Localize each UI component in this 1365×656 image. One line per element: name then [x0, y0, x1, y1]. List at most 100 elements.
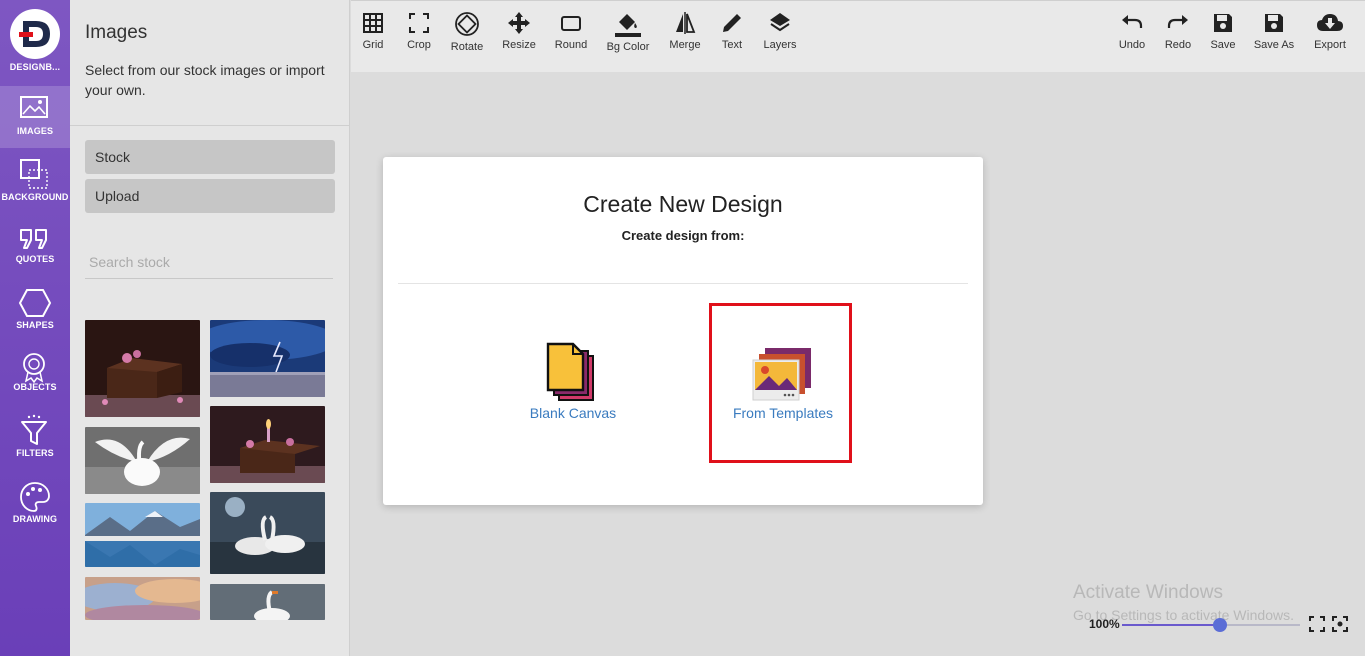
app-logo[interactable]: DESIGNB...	[0, 0, 70, 84]
blank-pages-icon	[546, 342, 594, 401]
tool-rotate[interactable]: Rotate	[449, 11, 485, 53]
thumbnail-swans-pair[interactable]	[210, 492, 325, 574]
badge-icon	[23, 353, 45, 384]
image-icon	[20, 96, 48, 118]
fit-screen-icon[interactable]	[1332, 616, 1348, 632]
paint-bucket-icon	[615, 14, 641, 37]
tool-grid[interactable]: Grid	[357, 11, 389, 51]
rounded-rect-icon	[561, 16, 581, 31]
from-templates-option[interactable]: From Templates	[723, 342, 843, 422]
rail-item-images[interactable]: IMAGES	[0, 86, 70, 148]
left-rail: DESIGNB... IMAGES BACKGROUND QUOTES SHAP…	[0, 0, 70, 656]
tool-undo-label: Undo	[1118, 39, 1146, 51]
thumbnail-swan-on-water[interactable]	[210, 584, 325, 620]
rail-item-quotes[interactable]: QUOTES	[0, 216, 70, 278]
tool-save-label: Save	[1210, 39, 1236, 51]
zoom-bar: 100%	[1077, 610, 1357, 640]
zoom-value: 100%	[1089, 617, 1120, 631]
modal-subtitle: Create design from:	[621, 228, 745, 243]
zoom-slider-fill	[1122, 624, 1220, 626]
rail-label-filters: FILTERS	[16, 448, 54, 458]
zoom-slider-knob[interactable]	[1212, 618, 1227, 632]
rail-item-objects[interactable]: OBJECTS	[0, 344, 70, 406]
thumbnail-cake-with-candle[interactable]	[210, 406, 325, 483]
search-stock-input[interactable]	[85, 245, 333, 279]
merge-icon	[676, 12, 696, 34]
modal-title: Create New Design	[583, 191, 783, 217]
panel-divider	[70, 125, 350, 126]
undo-icon	[1122, 15, 1143, 28]
rail-label-images: IMAGES	[16, 126, 54, 136]
blank-canvas-label: Blank Canvas	[529, 405, 617, 421]
tool-export[interactable]: Export	[1312, 11, 1348, 51]
palette-icon	[20, 482, 50, 512]
rail-item-drawing[interactable]: DRAWING	[0, 474, 70, 536]
layers-icon	[770, 13, 790, 32]
tool-round[interactable]: Round	[553, 11, 589, 51]
rail-label-objects: OBJECTS	[13, 382, 57, 392]
create-design-modal: Create New Design Create design from: Bl…	[383, 157, 983, 505]
logo-badge	[10, 9, 60, 59]
templates-icon	[752, 348, 811, 401]
fullscreen-icon[interactable]	[1309, 616, 1325, 632]
modal-divider	[398, 283, 968, 284]
tool-save-as[interactable]: Save As	[1253, 11, 1295, 51]
tool-resize[interactable]: Resize	[501, 11, 537, 51]
upload-button[interactable]: Upload	[85, 179, 335, 213]
tool-crop[interactable]: Crop	[403, 11, 435, 51]
logo-d-icon	[19, 21, 50, 47]
tool-text-label: Text	[721, 39, 743, 51]
redo-icon	[1167, 15, 1188, 28]
panel-description: Select from our stock images or import y…	[85, 62, 325, 98]
tool-resize-label: Resize	[502, 39, 536, 51]
tool-crop-label: Crop	[407, 39, 431, 51]
rail-item-shapes[interactable]: SHAPES	[0, 280, 70, 342]
tool-round-label: Round	[554, 39, 588, 51]
pencil-icon	[723, 14, 741, 32]
stock-thumbnail-grid	[85, 320, 330, 620]
tool-rotate-label: Rotate	[450, 41, 484, 53]
thumbnail-mountain-lake[interactable]	[85, 503, 200, 567]
tool-save[interactable]: Save	[1207, 11, 1239, 51]
tool-merge-label: Merge	[669, 39, 701, 51]
save-icon	[1214, 14, 1232, 32]
thumbnail-swan-spread-wings[interactable]	[85, 427, 200, 494]
stock-button[interactable]: Stock	[85, 140, 335, 174]
tool-text[interactable]: Text	[716, 11, 748, 51]
tool-grid-label: Grid	[362, 39, 384, 51]
hexagon-icon	[18, 289, 52, 317]
app-name: DESIGNB...	[9, 62, 61, 72]
thumbnail-lightning-storm-sea[interactable]	[210, 320, 325, 397]
rail-item-filters[interactable]: FILTERS	[0, 408, 70, 470]
from-templates-label: From Templates	[732, 405, 834, 421]
cloud-download-icon	[1317, 14, 1343, 31]
tool-redo-label: Redo	[1164, 39, 1192, 51]
filter-icon	[21, 414, 47, 445]
quote-icon	[20, 229, 47, 249]
thumbnail-cake-with-flowers[interactable]	[85, 320, 200, 417]
rail-label-drawing: DRAWING	[12, 514, 58, 524]
tool-layers-label: Layers	[763, 39, 797, 51]
tool-bg-color[interactable]: Bg Color	[604, 11, 652, 53]
save-as-icon	[1265, 14, 1283, 32]
tool-save-as-label: Save As	[1253, 39, 1295, 51]
move-arrows-icon	[508, 12, 530, 34]
rail-label-background: BACKGROUND	[1, 192, 69, 202]
tool-layers[interactable]: Layers	[761, 11, 799, 51]
top-toolbar: Grid Crop Rotate Resize Round Bg Color M…	[351, 0, 1365, 72]
rail-label-quotes: QUOTES	[15, 254, 55, 264]
thumbnail-sunset-sky[interactable]	[85, 577, 200, 620]
crop-icon	[409, 13, 429, 33]
tool-merge[interactable]: Merge	[667, 11, 703, 51]
images-panel: Images Select from our stock images or i…	[70, 0, 413, 656]
rail-label-shapes: SHAPES	[16, 320, 54, 330]
tool-bg-color-label: Bg Color	[606, 41, 650, 53]
rail-item-background[interactable]: BACKGROUND	[0, 150, 70, 212]
activate-windows-title: Activate Windows	[1073, 582, 1223, 603]
grid-icon	[363, 13, 383, 33]
tool-export-label: Export	[1314, 39, 1346, 51]
tool-undo[interactable]: Undo	[1115, 11, 1149, 51]
blank-canvas-option[interactable]: Blank Canvas	[523, 342, 623, 422]
tool-redo[interactable]: Redo	[1161, 11, 1195, 51]
panel-title: Images	[85, 22, 148, 43]
